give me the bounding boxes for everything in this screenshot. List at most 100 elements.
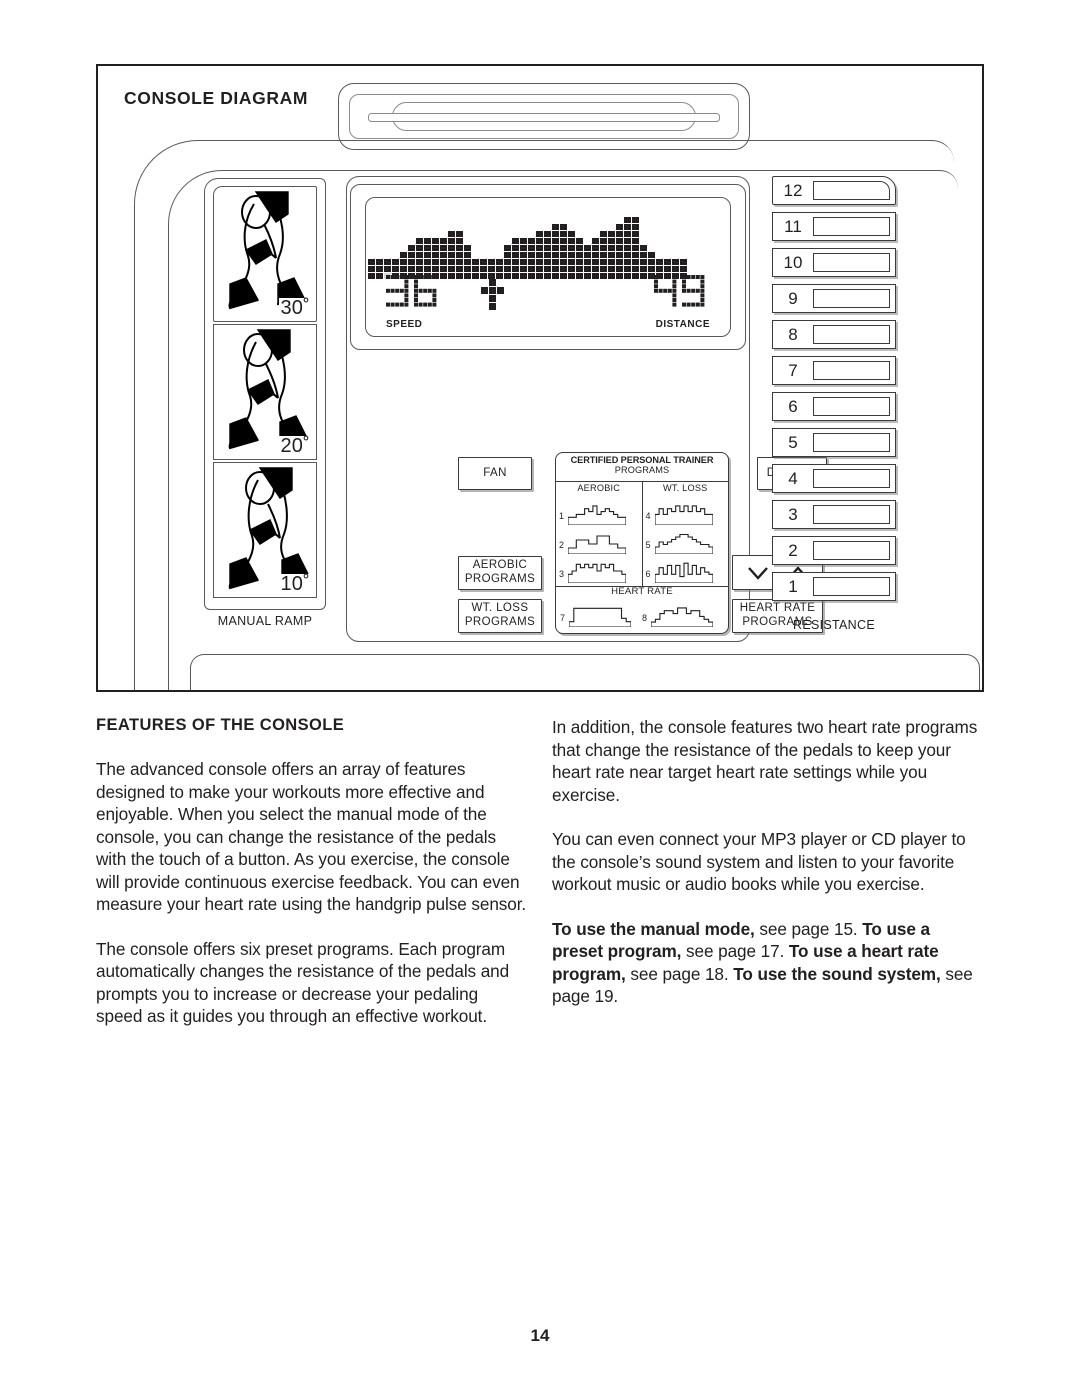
manual-ramp-degrees-10: 10˚ [279, 573, 311, 595]
resistance-label: RESISTANCE [793, 618, 875, 632]
cpt-program-number-8: 8 [642, 613, 648, 623]
manual-ramp-label: MANUAL RAMP [217, 614, 313, 628]
cpt-heart-rate-heading: HEART RATE [611, 586, 673, 597]
resistance-level-label: 2 [788, 540, 798, 560]
resistance-level-label: 8 [788, 324, 798, 344]
resistance-indicator-lamp [813, 397, 890, 416]
diagram-title: CONSOLE DIAGRAM [124, 88, 308, 108]
manual-ramp-button-10[interactable]: 10˚ [213, 462, 317, 598]
resistance-indicator-lamp [813, 433, 890, 452]
paragraph-cross-references: To use the manual mode, see page 15. To … [552, 918, 984, 1008]
resistance-level-label: 6 [788, 396, 798, 416]
body-column-left: FEATURES OF THE CONSOLE The advanced con… [96, 716, 528, 1028]
resistance-indicator-lamp [813, 469, 890, 488]
dot-matrix-display: SPEED DISTANCE [365, 197, 731, 337]
resistance-button-1[interactable]: 1 [772, 572, 896, 601]
resistance-button-7[interactable]: 7 [772, 356, 896, 385]
manual-ramp-button-20[interactable]: 20˚ [213, 324, 317, 460]
certified-personal-trainer-panel[interactable]: CERTIFIED PERSONAL TRAINER PROGRAMS AERO… [555, 452, 729, 634]
cpt-program-number-5: 5 [645, 540, 651, 550]
console-top-shelf-bar [368, 113, 720, 122]
cpt-program-6[interactable]: 6 [643, 554, 729, 584]
cpt-program-profile-1 [567, 501, 640, 526]
cpt-program-number-2: 2 [559, 540, 565, 550]
resistance-indicator-lamp [813, 289, 890, 308]
resistance-indicator-lamp [813, 577, 890, 596]
cpt-program-profile-7 [568, 603, 642, 628]
cpt-program-5[interactable]: 5 [643, 525, 729, 555]
resistance-button-10[interactable]: 10 [772, 248, 896, 277]
cpt-program-3[interactable]: 3 [556, 554, 642, 584]
resistance-button-5[interactable]: 5 [772, 428, 896, 457]
resistance-indicator-lamp [813, 181, 890, 200]
cpt-panel-header: CERTIFIED PERSONAL TRAINER PROGRAMS [556, 453, 728, 481]
page-title: FEATURES OF THE CONSOLE [96, 716, 345, 734]
resistance-button-8[interactable]: 8 [772, 320, 896, 349]
resistance-level-label: 12 [783, 180, 803, 200]
console-bottom-shelf [190, 654, 980, 690]
resistance-button-11[interactable]: 11 [772, 212, 896, 241]
console-top-shelf [338, 83, 750, 150]
wt-loss-programs-button[interactable]: WT. LOSS PROGRAMS [458, 599, 542, 633]
distance-value-digits [654, 275, 705, 307]
page-number: 14 [530, 1326, 550, 1345]
resistance-level-label: 11 [784, 216, 802, 236]
profile-bars [368, 217, 687, 279]
resistance-level-label: 5 [788, 432, 798, 452]
resistance-button-3[interactable]: 3 [772, 500, 896, 529]
cpt-program-profile-6 [653, 559, 727, 584]
resistance-indicator-lamp [813, 361, 890, 380]
xref-manual-mode: To use the manual mode, [552, 918, 755, 939]
cpt-program-2[interactable]: 2 [556, 525, 642, 555]
paragraph-preset-programs: The console offers six preset programs. … [96, 938, 510, 1027]
cpt-program-number-6: 6 [645, 569, 651, 579]
resistance-level-label: 7 [788, 360, 798, 380]
cpt-program-number-3: 3 [559, 569, 565, 579]
cpt-program-number-4: 4 [645, 511, 651, 521]
paragraph-console-features: The advanced console offers an array of … [96, 759, 527, 915]
speed-value-digits [386, 275, 437, 307]
manual-ramp-degrees-20: 20˚ [279, 435, 311, 457]
cpt-program-profile-4 [653, 501, 727, 526]
cpt-program-number-7: 7 [560, 613, 566, 623]
console-diagram-figure: CONSOLE DIAGRAM 30˚ 20˚ 10˚ MANUAL RAMP … [96, 64, 984, 692]
cpt-panel-title: CERTIFIED PERSONAL TRAINER [570, 455, 714, 465]
cpt-program-profile-8 [650, 603, 724, 628]
display-housing: SPEED DISTANCE [350, 184, 746, 350]
manual-ramp-degrees-30: 30˚ [279, 297, 311, 319]
fan-button[interactable]: FAN [458, 457, 532, 490]
resistance-button-4[interactable]: 4 [772, 464, 896, 493]
cpt-program-grid: AEROBIC 1 2 3 WT. LOSS 4 5 6 [556, 481, 728, 587]
distance-readout: DISTANCE [654, 273, 710, 330]
resistance-button-2[interactable]: 2 [772, 536, 896, 565]
cpt-heart-rate-rows: 7 8 [556, 597, 728, 628]
resistance-button-9[interactable]: 9 [772, 284, 896, 313]
cpt-program-7[interactable]: 7 [560, 603, 642, 628]
cpt-heart-rate-section: HEART RATE 7 8 [556, 585, 728, 633]
cpt-column-heading-aerobic: AEROBIC [577, 483, 621, 493]
resistance-level-label: 9 [788, 288, 798, 308]
console-top-shelf-inner [349, 94, 739, 139]
resistance-indicator-lamp [813, 217, 890, 236]
aerobic-programs-button[interactable]: AEROBIC PROGRAMS [458, 556, 542, 590]
xref-manual-mode-page: see page 15. [754, 918, 863, 939]
resistance-indicator-lamp [813, 253, 890, 272]
xref-sound-system: To use the sound system, [733, 963, 941, 984]
resistance-level-label: 10 [783, 252, 803, 272]
workout-profile-matrix [366, 208, 730, 282]
chevron-down-icon[interactable] [747, 565, 769, 581]
resistance-indicator-lamp [813, 505, 890, 524]
cpt-program-8[interactable]: 8 [642, 603, 724, 628]
cpt-program-4[interactable]: 4 [643, 496, 729, 526]
cpt-program-1[interactable]: 1 [556, 496, 642, 526]
manual-ramp-keypad: 30˚ 20˚ 10˚ [204, 178, 326, 610]
aerobic-programs-button-label: AEROBIC PROGRAMS [464, 559, 536, 585]
resistance-button-6[interactable]: 6 [772, 392, 896, 421]
speed-readout: SPEED [386, 273, 442, 330]
manual-ramp-button-30[interactable]: 30˚ [213, 186, 317, 322]
body-column-right: In addition, the console features two he… [552, 716, 984, 1008]
cpt-program-number-1: 1 [559, 511, 565, 521]
resistance-button-12[interactable]: 12 [772, 176, 896, 205]
cpt-column-heading-wt-loss: WT. LOSS [663, 483, 708, 493]
speed-label: SPEED [386, 319, 423, 330]
